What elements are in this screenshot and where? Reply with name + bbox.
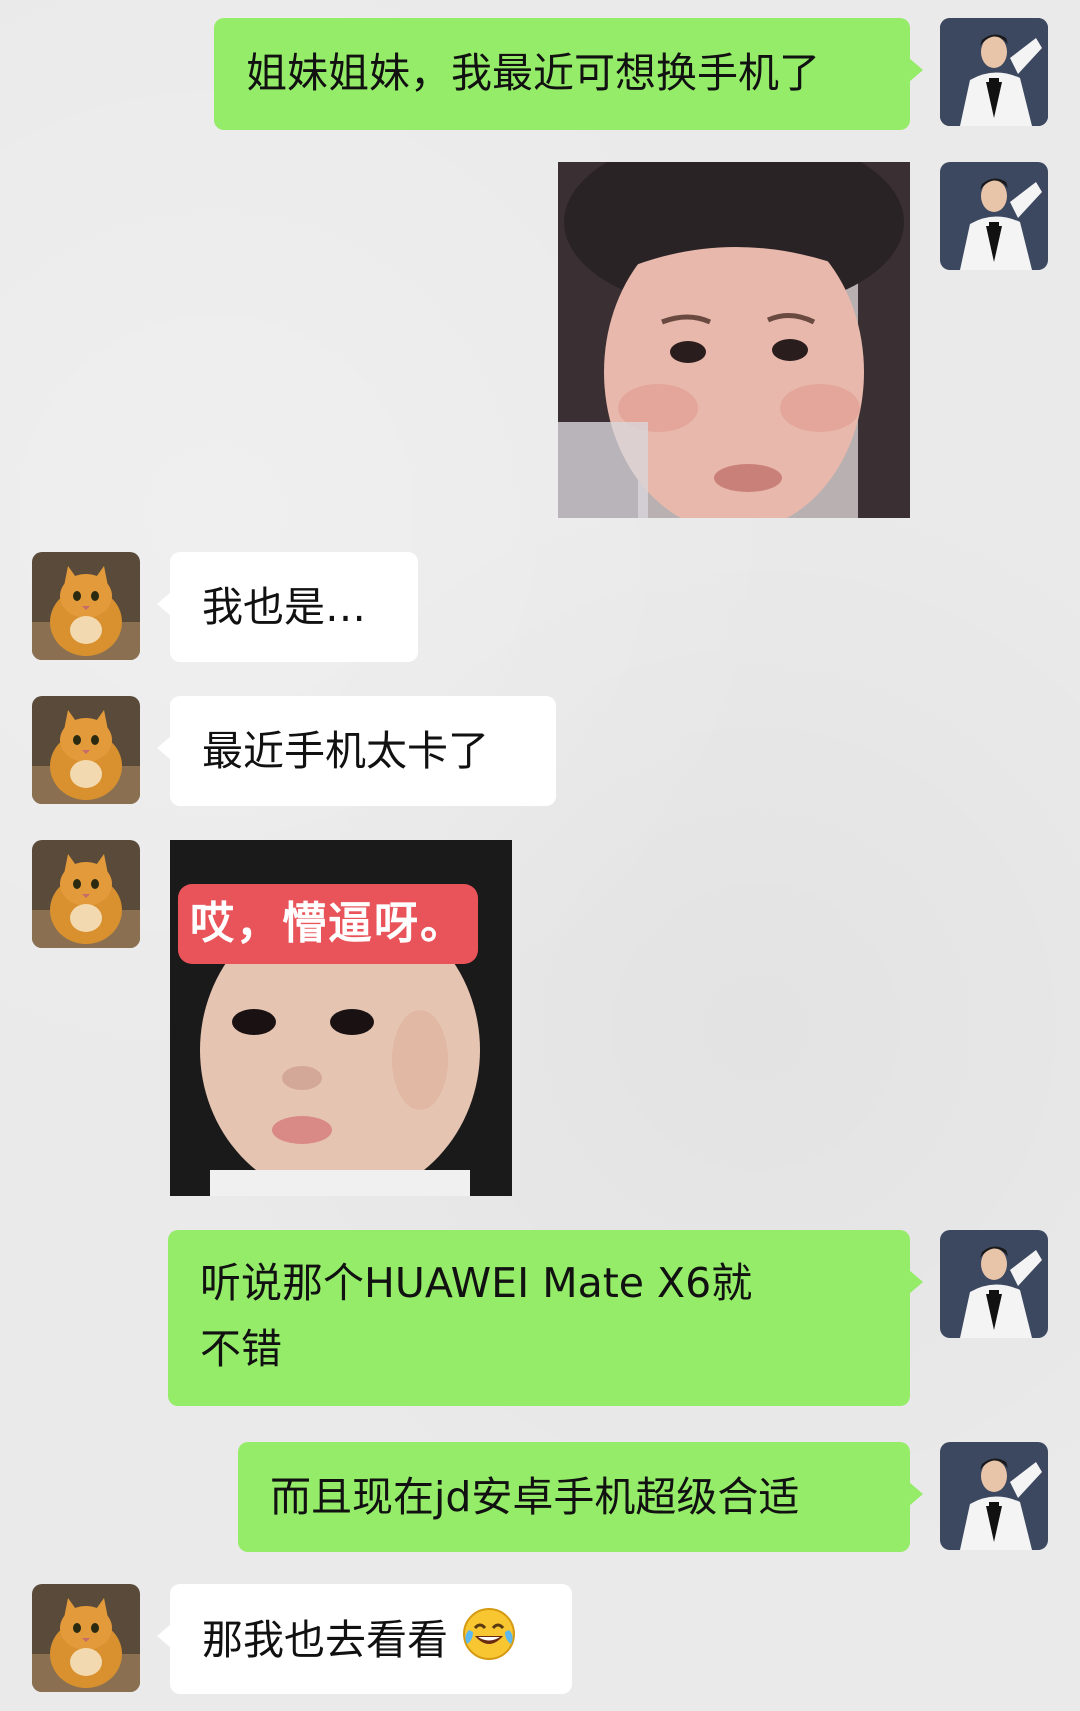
image-message-confused-baby[interactable]: 哎，懵逼呀。 (170, 840, 512, 1196)
man-tuxedo-avatar-image (940, 1230, 1048, 1338)
orange-cat-avatar-image (32, 552, 140, 660)
message-bubble-sent[interactable]: 姐妹姐妹，我最近可想换手机了 (214, 18, 923, 130)
message-text-line-2: 不错 (200, 1325, 282, 1373)
friend-avatar[interactable] (32, 1584, 140, 1692)
my-avatar[interactable] (940, 162, 1048, 270)
man-tuxedo-avatar-image (940, 18, 1048, 126)
orange-cat-avatar-image (32, 840, 140, 948)
friend-avatar[interactable] (32, 696, 140, 804)
my-avatar[interactable] (940, 1230, 1048, 1338)
friend-avatar[interactable] (32, 552, 140, 660)
man-tuxedo-avatar-image (940, 162, 1048, 270)
message-text-line-1: 听说那个HUAWEI Mate X6就 (200, 1259, 753, 1307)
message-text: 而且现在jd安卓手机超级合适 (270, 1473, 800, 1521)
message-text: 最近手机太卡了 (202, 727, 489, 775)
image-caption-banner: 哎，懵逼呀。 (178, 884, 478, 964)
message-bubble-received[interactable]: 最近手机太卡了 (157, 696, 556, 806)
message-text: 姐妹姐妹，我最近可想换手机了 (246, 49, 820, 97)
message-bubble-sent[interactable]: 而且现在jd安卓手机超级合适 (238, 1442, 923, 1552)
message-bubble-received[interactable]: 那我也去看看 (157, 1584, 572, 1694)
orange-cat-avatar-image (32, 1584, 140, 1692)
message-text: 我也是… (202, 583, 366, 631)
my-avatar[interactable] (940, 18, 1048, 126)
crying-girl-image (558, 162, 910, 518)
friend-avatar[interactable] (32, 840, 140, 948)
tears-of-joy-emoji-icon (461, 1606, 517, 1662)
image-message-crying-girl[interactable] (558, 162, 910, 518)
chat-area: 姐妹姐妹，我最近可想换手机了 我也是… 最近手机太卡了 哎，懵逼呀。 听说那个H… (0, 0, 1080, 1711)
orange-cat-avatar-image (32, 696, 140, 804)
my-avatar[interactable] (940, 1442, 1048, 1550)
message-text: 那我也去看看 (202, 1616, 448, 1664)
man-tuxedo-avatar-image (940, 1442, 1048, 1550)
message-bubble-sent[interactable]: 听说那个HUAWEI Mate X6就 不错 (168, 1230, 923, 1406)
message-bubble-received[interactable]: 我也是… (157, 552, 418, 662)
